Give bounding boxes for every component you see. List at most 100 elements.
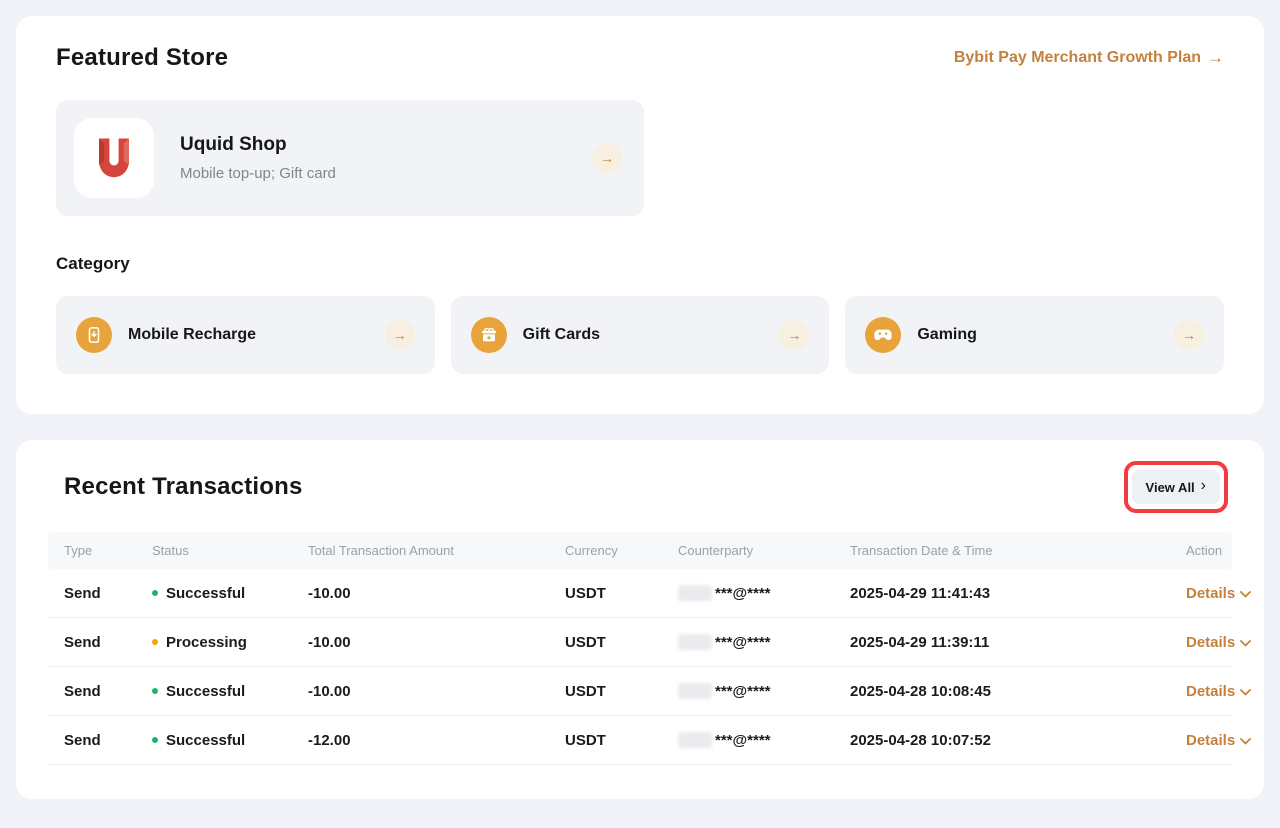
category-label: Mobile Recharge xyxy=(128,326,385,344)
arrow-right-icon: → xyxy=(787,327,801,343)
tx-status: Processing xyxy=(152,634,308,651)
store-description: Mobile top-up; Gift card xyxy=(180,165,592,182)
tx-datetime: 2025-04-28 10:07:52 xyxy=(850,732,1186,749)
redacted-blur xyxy=(678,585,712,601)
tx-action: Details xyxy=(1186,683,1251,700)
status-label: Successful xyxy=(166,585,245,602)
gift-cards-icon xyxy=(471,317,507,353)
details-label: Details xyxy=(1186,732,1235,749)
category-card-gaming[interactable]: Gaming → xyxy=(845,296,1224,374)
category-row: Mobile Recharge → Gift Cards → xyxy=(56,296,1224,374)
tx-status: Successful xyxy=(152,732,308,749)
arrow-right-icon: → xyxy=(1182,327,1196,343)
col-header-datetime: Transaction Date & Time xyxy=(850,543,1186,558)
tx-action: Details xyxy=(1186,585,1251,602)
tx-type: Send xyxy=(64,683,152,700)
chevron-down-icon xyxy=(1240,738,1251,745)
counterparty-masked: ***@**** xyxy=(715,585,771,602)
col-header-action: Action xyxy=(1186,543,1222,558)
chevron-down-icon xyxy=(1240,640,1251,647)
view-all-label: View All xyxy=(1146,480,1195,495)
tx-counterparty: ***@**** xyxy=(678,732,850,749)
status-dot-icon xyxy=(152,590,158,596)
tx-type: Send xyxy=(64,585,152,602)
uquid-shop-card[interactable]: Uquid Shop Mobile top-up; Gift card → xyxy=(56,100,644,216)
tx-counterparty: ***@**** xyxy=(678,683,850,700)
redacted-blur xyxy=(678,683,712,699)
tx-datetime: 2025-04-29 11:41:43 xyxy=(850,585,1186,602)
gaming-icon xyxy=(865,317,901,353)
tx-counterparty: ***@**** xyxy=(678,634,850,651)
transactions-table: Type Status Total Transaction Amount Cur… xyxy=(48,532,1232,765)
view-all-wrap: View All › xyxy=(1132,470,1220,504)
details-link[interactable]: Details xyxy=(1186,634,1251,651)
counterparty-masked: ***@**** xyxy=(715,732,771,749)
details-link[interactable]: Details xyxy=(1186,683,1251,700)
tx-type: Send xyxy=(64,732,152,749)
col-header-counterparty: Counterparty xyxy=(678,543,850,558)
tx-amount: -12.00 xyxy=(308,732,565,749)
status-label: Successful xyxy=(166,683,245,700)
transactions-rows: Send Successful -10.00 USDT ***@**** 202… xyxy=(48,569,1232,765)
tx-amount: -10.00 xyxy=(308,585,565,602)
redacted-blur xyxy=(678,634,712,650)
tx-datetime: 2025-04-29 11:39:11 xyxy=(850,634,1186,651)
mobile-recharge-icon xyxy=(76,317,112,353)
table-row: Send Successful -12.00 USDT ***@**** 202… xyxy=(48,716,1232,765)
col-header-currency: Currency xyxy=(565,543,678,558)
tx-action: Details xyxy=(1186,732,1251,749)
category-arrow-button[interactable]: → xyxy=(385,320,415,350)
featured-store-panel: Featured Store Bybit Pay Merchant Growth… xyxy=(16,16,1264,414)
arrow-right-icon: → xyxy=(1207,48,1224,68)
store-name: Uquid Shop xyxy=(180,134,592,156)
table-row: Send Processing -10.00 USDT ***@**** 202… xyxy=(48,618,1232,667)
merchant-growth-plan-link[interactable]: Bybit Pay Merchant Growth Plan → xyxy=(954,48,1224,68)
col-header-amount: Total Transaction Amount xyxy=(308,543,565,558)
tx-currency: USDT xyxy=(565,585,678,602)
details-label: Details xyxy=(1186,634,1235,651)
chevron-down-icon xyxy=(1240,689,1251,696)
store-arrow-button[interactable]: → xyxy=(592,143,622,173)
view-all-button[interactable]: View All › xyxy=(1132,470,1220,504)
details-link[interactable]: Details xyxy=(1186,732,1251,749)
details-label: Details xyxy=(1186,585,1235,602)
status-label: Successful xyxy=(166,732,245,749)
category-title: Category xyxy=(56,254,1224,274)
tx-counterparty: ***@**** xyxy=(678,585,850,602)
uquid-logo xyxy=(74,118,154,198)
table-row: Send Successful -10.00 USDT ***@**** 202… xyxy=(48,569,1232,618)
tx-currency: USDT xyxy=(565,683,678,700)
status-dot-icon xyxy=(152,737,158,743)
featured-store-header: Featured Store Bybit Pay Merchant Growth… xyxy=(56,44,1224,72)
transactions-title: Recent Transactions xyxy=(64,473,303,501)
merchant-growth-plan-label: Bybit Pay Merchant Growth Plan xyxy=(954,49,1201,67)
store-info: Uquid Shop Mobile top-up; Gift card xyxy=(180,134,592,182)
col-header-type: Type xyxy=(64,543,152,558)
table-row: Send Successful -10.00 USDT ***@**** 202… xyxy=(48,667,1232,716)
arrow-right-icon: → xyxy=(600,150,614,166)
recent-transactions-panel: Recent Transactions View All › Type Stat… xyxy=(16,440,1264,799)
category-card-gift-cards[interactable]: Gift Cards → xyxy=(451,296,830,374)
uquid-u-icon xyxy=(91,135,137,181)
tx-amount: -10.00 xyxy=(308,634,565,651)
chevron-right-icon: › xyxy=(1201,478,1206,494)
category-arrow-button[interactable]: → xyxy=(779,320,809,350)
tx-status: Successful xyxy=(152,585,308,602)
details-link[interactable]: Details xyxy=(1186,585,1251,602)
chevron-down-icon xyxy=(1240,591,1251,598)
status-dot-icon xyxy=(152,639,158,645)
details-label: Details xyxy=(1186,683,1235,700)
category-label: Gaming xyxy=(917,326,1174,344)
col-header-status: Status xyxy=(152,543,308,558)
category-card-mobile-recharge[interactable]: Mobile Recharge → xyxy=(56,296,435,374)
tx-amount: -10.00 xyxy=(308,683,565,700)
featured-store-title: Featured Store xyxy=(56,44,228,72)
status-label: Processing xyxy=(166,634,247,651)
tx-status: Successful xyxy=(152,683,308,700)
arrow-right-icon: → xyxy=(393,327,407,343)
category-arrow-button[interactable]: → xyxy=(1174,320,1204,350)
counterparty-masked: ***@**** xyxy=(715,683,771,700)
category-label: Gift Cards xyxy=(523,326,780,344)
tx-action: Details xyxy=(1186,634,1251,651)
status-dot-icon xyxy=(152,688,158,694)
